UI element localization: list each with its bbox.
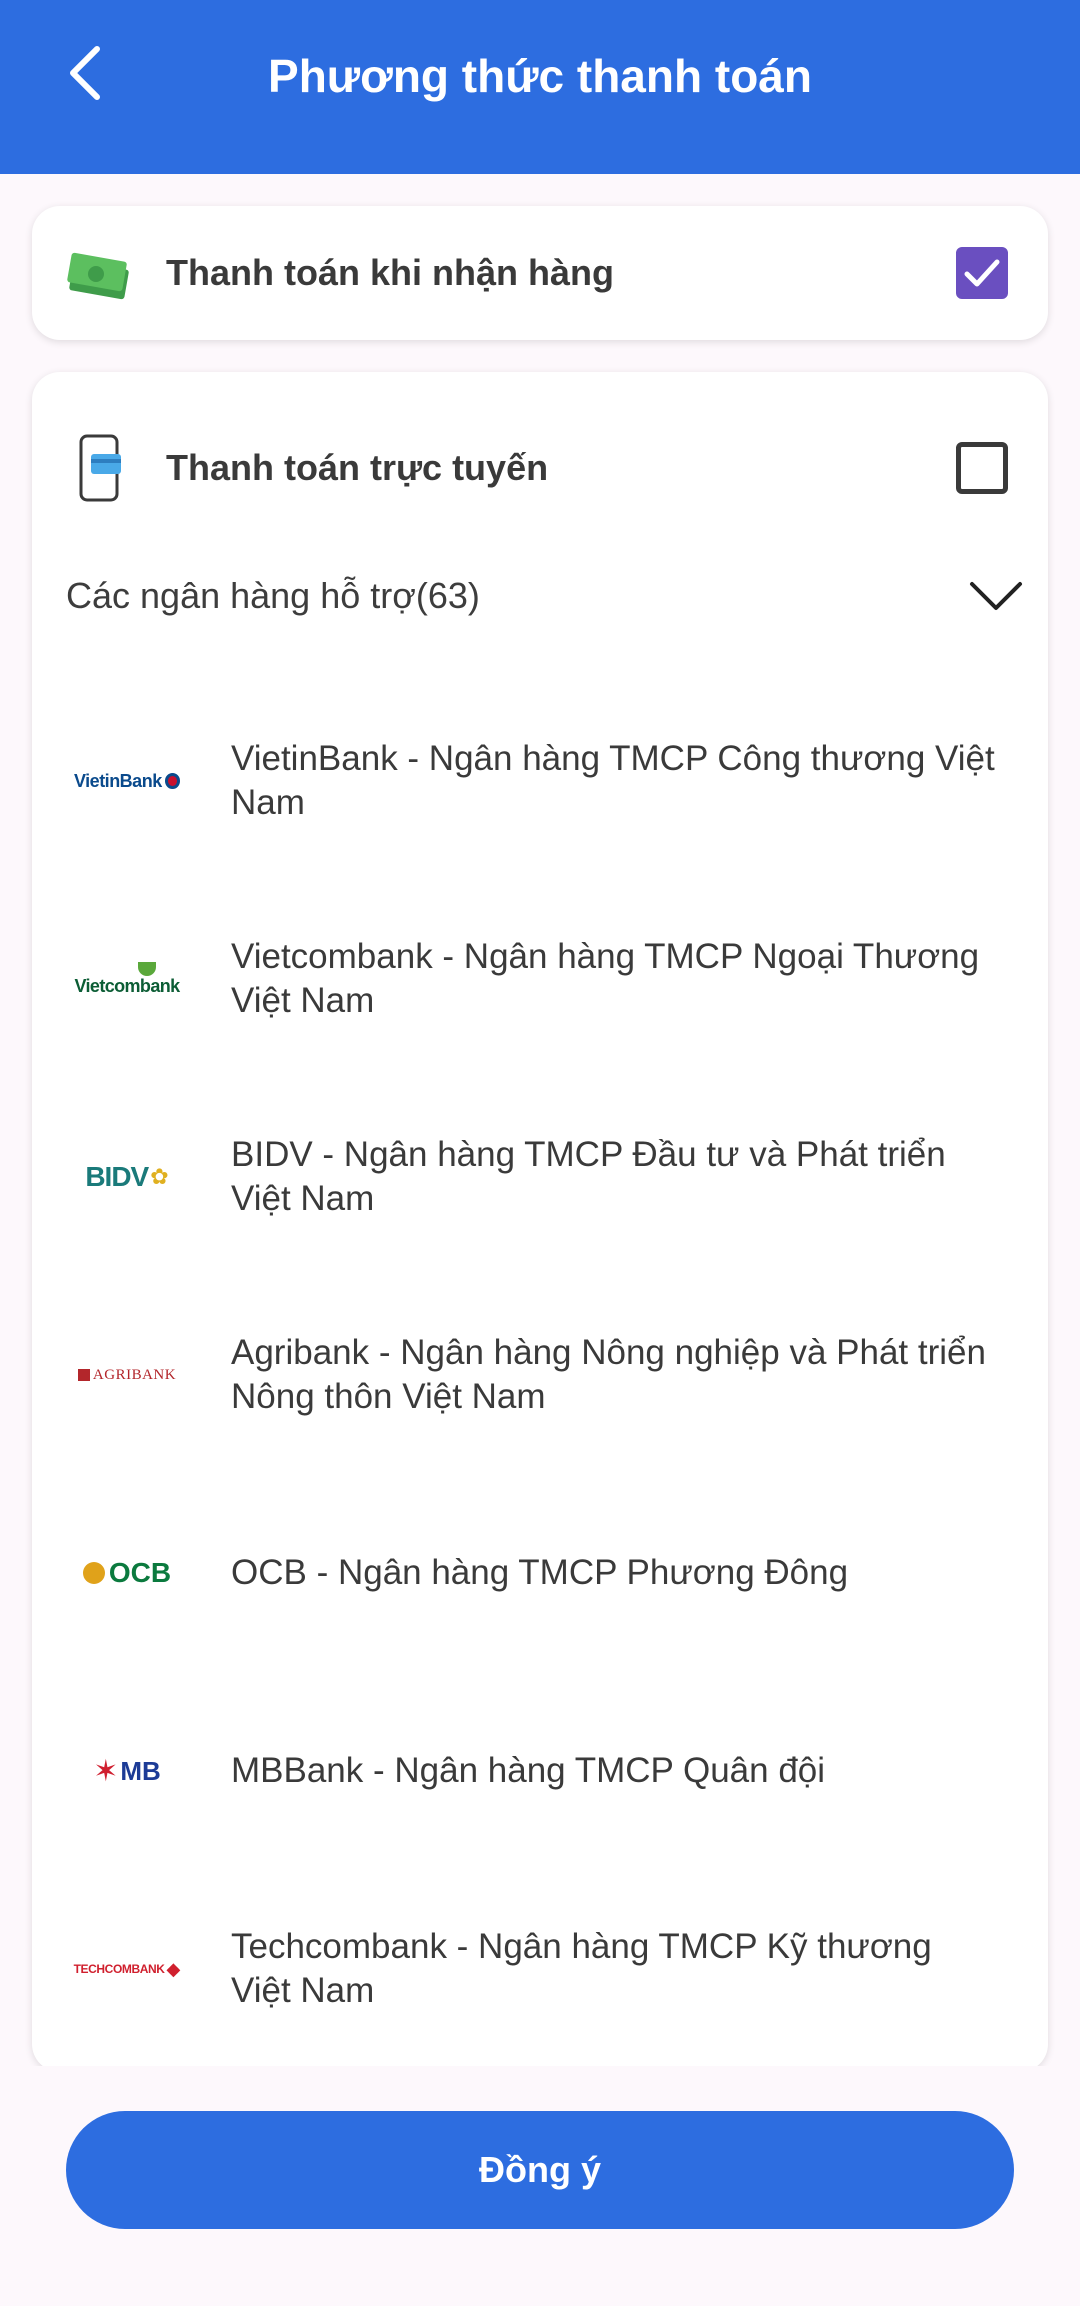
online-option-row[interactable]: Thanh toán trực tuyến xyxy=(32,428,1048,508)
vietcombank-logo: Vietcombank xyxy=(74,949,180,1009)
cash-icon xyxy=(64,238,134,308)
bank-name: BIDV - Ngân hàng TMCP Đầu tư và Phát tri… xyxy=(231,1135,946,1218)
bank-item-mbbank[interactable]: ✶ MB MBBank - Ngân hàng TMCP Quân đội xyxy=(32,1672,1048,1870)
online-checkbox[interactable] xyxy=(956,442,1008,494)
bank-name: Techcombank - Ngân hàng TMCP Kỹ thương V… xyxy=(231,1927,932,2010)
bank-item-vietcombank[interactable]: Vietcombank Vietcombank - Ngân hàng TMCP… xyxy=(32,880,1048,1078)
app-header: Phương thức thanh toán xyxy=(0,0,1080,174)
techcombank-logo: TECHCOMBANK ◆ xyxy=(73,1958,181,1979)
bank-name: Agribank - Ngân hàng Nông nghiệp và Phát… xyxy=(231,1333,986,1416)
bank-item-bidv[interactable]: BIDV ✿ BIDV - Ngân hàng TMCP Đầu tư và P… xyxy=(32,1078,1048,1276)
banks-header-label: Các ngân hàng hỗ trợ(63) xyxy=(66,575,480,616)
footer: Đồng ý xyxy=(0,2066,1080,2306)
bank-list: VietinBank VietinBank - Ngân hàng TMCP C… xyxy=(32,682,1048,2068)
online-option-card: Thanh toán trực tuyến Các ngân hàng hỗ t… xyxy=(32,372,1048,2072)
bank-name: Vietcombank - Ngân hàng TMCP Ngoại Thươn… xyxy=(231,937,980,1020)
bank-item-ocb[interactable]: OCB OCB - Ngân hàng TMCP Phương Đông xyxy=(32,1474,1048,1672)
online-label: Thanh toán trực tuyến xyxy=(166,447,549,488)
mobile-card-icon xyxy=(64,433,134,503)
cod-checkbox[interactable] xyxy=(956,247,1008,299)
chevron-down-icon xyxy=(970,582,1022,610)
check-icon xyxy=(964,259,1000,287)
chevron-left-icon xyxy=(70,46,100,100)
bank-name: MBBank - Ngân hàng TMCP Quân đội xyxy=(231,1751,826,1790)
bank-item-agribank[interactable]: AGRIBANK Agribank - Ngân hàng Nông nghiệ… xyxy=(32,1276,1048,1474)
vietinbank-logo: VietinBank xyxy=(74,751,180,811)
bank-name: OCB - Ngân hàng TMCP Phương Đông xyxy=(231,1553,849,1592)
back-button[interactable] xyxy=(50,38,120,108)
agribank-logo: AGRIBANK xyxy=(74,1345,180,1405)
cod-label: Thanh toán khi nhận hàng xyxy=(166,252,614,293)
bank-name: VietinBank - Ngân hàng TMCP Công thương … xyxy=(231,739,995,822)
bank-item-vietinbank[interactable]: VietinBank VietinBank - Ngân hàng TMCP C… xyxy=(32,682,1048,880)
page-title: Phương thức thanh toán xyxy=(268,50,812,102)
banks-dropdown-header[interactable]: Các ngân hàng hỗ trợ(63) xyxy=(66,566,1024,626)
ocb-logo: OCB xyxy=(74,1543,180,1603)
bank-item-techcombank[interactable]: TECHCOMBANK ◆ Techcombank - Ngân hàng TM… xyxy=(32,1870,1048,2068)
agree-button[interactable]: Đồng ý xyxy=(66,2111,1014,2229)
mbbank-logo: ✶ MB xyxy=(93,1754,161,1788)
cod-option-card[interactable]: Thanh toán khi nhận hàng xyxy=(32,206,1048,340)
bidv-logo: BIDV ✿ xyxy=(85,1161,169,1192)
